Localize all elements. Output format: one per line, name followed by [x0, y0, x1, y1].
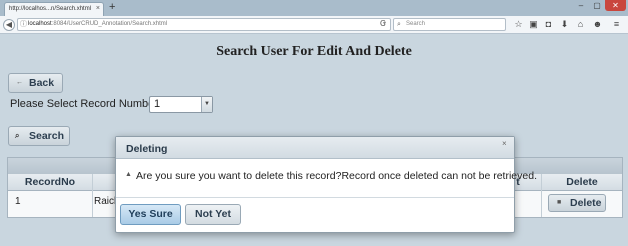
download-icon[interactable]: ⬇ — [559, 19, 570, 30]
search-input[interactable]: ⌕ Search — [393, 18, 506, 31]
home-icon[interactable]: ⌂ — [575, 19, 586, 30]
trash-icon: ■ — [557, 199, 562, 206]
maximize-button[interactable]: ▢ — [589, 0, 605, 11]
search-placeholder: Search — [406, 21, 426, 27]
tab-close-icon[interactable]: × — [96, 3, 100, 15]
dialog-titlebar[interactable]: Deleting × — [116, 137, 514, 159]
new-tab-button[interactable]: + — [109, 1, 115, 14]
warning-icon: ▲ — [125, 171, 132, 178]
menu-icon[interactable]: ≡ — [611, 19, 622, 30]
column-divider — [541, 174, 542, 217]
delete-button-label: Delete — [570, 197, 602, 209]
column-header-delete[interactable]: Delete — [542, 174, 622, 191]
cell-recordno: 1 — [15, 196, 21, 207]
globe-icon: ⓘ — [20, 21, 27, 28]
navigation-toolbar: ◀ ⓘ localhost:8084/UserCRUD_Annotation/S… — [0, 16, 628, 34]
close-window-button[interactable]: ✕ — [605, 0, 626, 11]
url-host: localhost — [28, 21, 52, 27]
not-yet-button[interactable]: Not Yet — [185, 204, 241, 225]
delete-button[interactable]: ■ Delete — [548, 194, 606, 212]
record-number-label: Please Select Record Number: — [10, 98, 162, 110]
dialog-title: Deleting — [126, 143, 168, 155]
search-button-label: Search — [29, 130, 65, 142]
page-title: Search User For Edit And Delete — [216, 44, 412, 59]
record-number-value: 1 — [154, 98, 161, 110]
tab-strip: http://localhos...n/Search.xhtml × + – ▢… — [0, 0, 628, 16]
url-bar[interactable]: ⓘ localhost:8084/UserCRUD_Annotation/Sea… — [17, 18, 391, 31]
column-header-recordno[interactable]: RecordNo — [8, 174, 92, 191]
delete-confirm-dialog: Deleting × ▲ Are you sure you want to de… — [115, 136, 537, 233]
search-icon: ⌕ — [397, 21, 401, 28]
chevron-down-icon[interactable]: ▼ — [201, 97, 212, 112]
minimize-button[interactable]: – — [573, 0, 589, 11]
star-icon[interactable]: ☆ — [513, 19, 524, 30]
column-divider — [92, 174, 93, 217]
tab-title: http://localhos...n/Search.xhtml — [9, 6, 92, 12]
back-button[interactable]: ← Back — [8, 73, 63, 93]
back-button-label: Back — [29, 77, 55, 89]
dialog-message: Are you sure you want to delete this rec… — [136, 170, 537, 182]
url-path: :8084/UserCRUD_Annotation/Search.xhtml — [51, 21, 168, 27]
clipboard-icon[interactable]: ▣ — [528, 19, 539, 30]
pocket-icon[interactable]: ◘ — [543, 19, 554, 30]
browser-tab[interactable]: http://localhos...n/Search.xhtml × — [4, 2, 104, 16]
smiley-icon[interactable]: ☻ — [592, 19, 603, 30]
search-icon: ⌕ — [15, 131, 20, 140]
back-arrow-icon: ← — [16, 79, 23, 86]
close-icon[interactable]: × — [502, 139, 507, 148]
record-number-select[interactable]: 1 ▼ — [149, 96, 213, 113]
yes-sure-button[interactable]: Yes Sure — [120, 204, 181, 225]
back-arrow-icon[interactable]: ◀ — [3, 19, 15, 31]
dialog-divider — [116, 197, 514, 198]
search-button[interactable]: ⌕ Search — [8, 126, 70, 146]
reload-icon[interactable]: C — [380, 19, 386, 28]
